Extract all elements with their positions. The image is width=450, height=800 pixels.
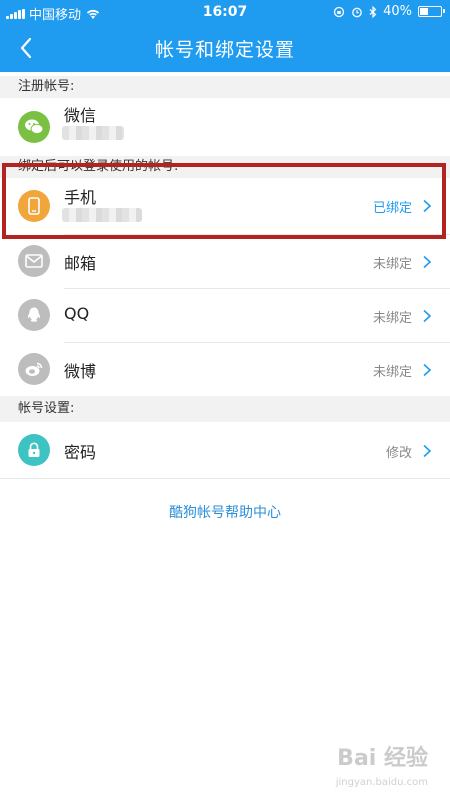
chevron-right-icon [423, 309, 432, 323]
wechat-label: 微信 [64, 106, 97, 125]
mail-icon [18, 245, 50, 277]
watermark-url: jingyan.baidu.com [335, 777, 428, 788]
row-weibo[interactable]: 微博 未绑定 [0, 343, 450, 396]
qq-status: 未绑定 [372, 311, 412, 326]
row-wechat[interactable]: 微信 [0, 98, 450, 156]
weibo-icon [18, 353, 50, 385]
header: 中国移动 16:07 40% 帐号和绑定设置 [0, 0, 450, 72]
highlight-box [2, 163, 446, 239]
status-bar: 中国移动 16:07 40% [0, 0, 450, 24]
masked-account-name [62, 126, 124, 140]
watermark-logo: Bai 经验 [337, 746, 428, 771]
alarm-icon [352, 7, 362, 17]
row-password[interactable]: 密码 修改 [0, 422, 450, 478]
chevron-right-icon [423, 255, 432, 269]
help-center-link[interactable]: 酷狗帐号帮助中心 [0, 502, 450, 522]
qq-icon [18, 299, 50, 331]
section-account-settings: 帐号设置: [0, 396, 450, 422]
password-modify: 修改 [385, 446, 412, 461]
bluetooth-icon [369, 5, 377, 18]
weibo-status: 未绑定 [372, 365, 412, 380]
section-registered: 注册帐号: [0, 76, 450, 98]
nav-bar: 帐号和绑定设置 [0, 24, 450, 72]
chevron-right-icon [423, 363, 432, 377]
weibo-label: 微博 [64, 362, 97, 381]
email-label: 邮箱 [64, 254, 97, 273]
rotation-lock-icon [333, 6, 345, 17]
row-qq[interactable]: QQ 未绑定 [0, 289, 450, 342]
email-status: 未绑定 [372, 257, 412, 272]
divider [0, 478, 450, 479]
battery-icon [418, 6, 445, 17]
lock-icon [18, 434, 50, 466]
wechat-icon [18, 111, 50, 143]
password-label: 密码 [64, 443, 97, 462]
chevron-right-icon [423, 444, 432, 458]
qq-label: QQ [64, 304, 90, 323]
battery-percent: 40% [383, 4, 412, 19]
row-email[interactable]: 邮箱 未绑定 [0, 235, 450, 288]
page-title: 帐号和绑定设置 [154, 39, 295, 61]
